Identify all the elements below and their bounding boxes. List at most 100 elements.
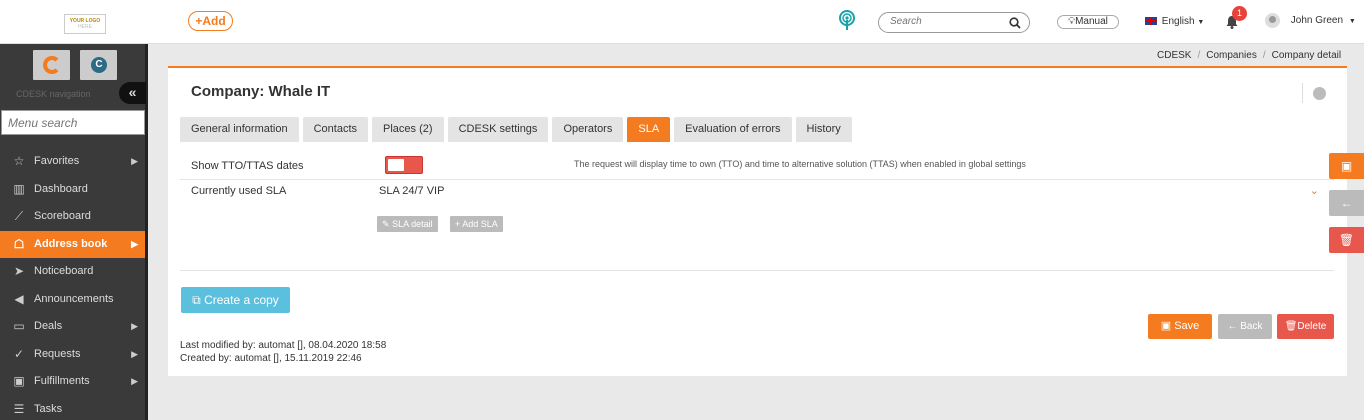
floating-back-button[interactable]: ← (1329, 190, 1364, 216)
last-modified-text: Last modified by: automat [], 08.04.2020… (180, 340, 387, 351)
cdesk-logo-icon (43, 56, 61, 74)
tab-general-information[interactable]: General information (180, 117, 299, 142)
breadcrumb: CDESK / Companies / Company detail (1157, 50, 1342, 61)
sla-detail-button[interactable]: ✎ SLA detail (377, 216, 438, 232)
show-dates-label: Show TTO/TTAS dates (191, 160, 304, 172)
sidebar-item-deals[interactable]: ▭ Deals ▶ (0, 313, 145, 341)
sla-select[interactable]: SLA 24/7 VIP ⌄ (379, 180, 1319, 202)
delete-label: Delete (1297, 321, 1327, 332)
breadcrumb-item[interactable]: CDESK (1157, 50, 1191, 61)
show-dates-hint: The request will display time to own (TT… (574, 159, 1026, 169)
notification-badge: 1 (1232, 6, 1247, 21)
list-icon: ☰ (13, 401, 25, 416)
caret-right-icon: ▶ (131, 348, 138, 359)
cdesk-app-icon[interactable] (33, 50, 70, 80)
paper-plane-icon: ➤ (13, 264, 25, 278)
back-label: Back (1240, 321, 1263, 332)
current-sla-label: Currently used SLA (191, 185, 287, 197)
star-icon: ☆ (13, 154, 25, 168)
caret-down-icon: ▼ (1348, 18, 1356, 26)
add-sla-button[interactable]: + Add SLA (450, 216, 503, 232)
bar-chart-icon: ▥ (13, 181, 25, 196)
save-button[interactable]: ▣ Save (1148, 314, 1212, 339)
tab-places[interactable]: Places (2) (372, 117, 444, 142)
create-copy-button[interactable]: ⧉ Create a copy (181, 287, 290, 313)
logo-subtext: HERE (78, 24, 92, 30)
caret-right-icon: ▶ (131, 376, 138, 386)
sidebar-item-label: Noticeboard (34, 265, 94, 277)
sidebar-item-tasks[interactable]: ☰ Tasks (0, 396, 145, 420)
sidebar-item-announcements[interactable]: ◀ Announcements (0, 286, 145, 314)
sidebar-item-label: Tasks (34, 402, 63, 415)
wrench-icon: ✎ (382, 219, 390, 229)
floppy-icon: ▣ (1340, 159, 1353, 173)
caret-right-icon: ▶ (131, 238, 138, 249)
trash-icon: 🗑︎ (1338, 233, 1355, 247)
tab-sla[interactable]: SLA (627, 117, 671, 142)
chevron-down-icon: ⌄ (1309, 185, 1319, 197)
sidebar-item-scoreboard[interactable]: ⟋ Scoreboard (0, 203, 145, 231)
company-logo[interactable]: YOUR LOGO HERE (64, 14, 106, 34)
address-book-icon: ☖ (13, 236, 25, 251)
sidebar-item-label: Deals (34, 320, 63, 332)
manual-button[interactable]: 💡︎Manual (1057, 15, 1119, 29)
breadcrumb-item[interactable]: Companies (1206, 50, 1257, 61)
sidebar-item-label: Announcements (34, 292, 114, 305)
sidebar-item-fulfillments[interactable]: ▣ Fulfillments ▶ (0, 368, 145, 396)
collapse-sidebar-button[interactable]: « (119, 82, 146, 104)
sidebar-item-label: Favorites (34, 155, 80, 167)
client-logo-icon: C (91, 57, 107, 73)
add-button[interactable]: +Add (188, 11, 233, 31)
floating-save-button[interactable]: ▣ (1329, 153, 1364, 179)
show-dates-toggle[interactable] (385, 156, 423, 174)
line-chart-icon: ⟋ (14, 209, 24, 223)
user-menu[interactable]: John Green ▼ (1265, 13, 1356, 28)
arrow-left-icon: ← (1340, 196, 1353, 210)
sidebar-item-label: Dashboard (34, 182, 88, 195)
tab-cdesk-settings[interactable]: CDESK settings (447, 117, 549, 142)
tab-history[interactable]: History (795, 117, 852, 142)
sidebar-item-label: Fulfillments (34, 375, 90, 387)
manual-label: Manual (1075, 16, 1108, 27)
check-circle-icon: ✓ (13, 346, 25, 361)
sidebar-item-label: Address book (34, 237, 108, 250)
tab-evaluation-of-errors[interactable]: Evaluation of errors (674, 117, 792, 142)
search-icon[interactable] (1009, 17, 1021, 32)
sidebar-item-favorites[interactable]: ☆ Favorites ▶ (0, 148, 145, 176)
sidebar-item-dashboard[interactable]: ▥ Dashboard (0, 176, 145, 204)
sla-detail-label: SLA detail (392, 219, 433, 229)
box-icon: ▣ (13, 374, 25, 388)
navigation-label: CDESK navigation (16, 89, 91, 99)
page-title: Company: Whale IT (191, 83, 331, 100)
back-button[interactable]: ← Back (1218, 314, 1272, 339)
caret-down-icon: ▼ (1197, 19, 1205, 26)
tab-contacts[interactable]: Contacts (302, 117, 369, 142)
sla-select-value: SLA 24/7 VIP (379, 185, 445, 197)
podcast-icon[interactable] (838, 10, 856, 32)
breadcrumb-item: Company detail (1271, 50, 1342, 61)
caret-right-icon: ▶ (131, 156, 138, 166)
cdesk-client-icon[interactable]: C (80, 50, 117, 80)
delete-button[interactable]: 🗑︎Delete (1277, 314, 1334, 339)
sidebar-item-address-book[interactable]: ☖ Address book ▶ (0, 230, 145, 258)
tab-bar: General information Contacts Places (2) … (180, 117, 856, 142)
language-selector[interactable]: English ▼ (1145, 16, 1204, 27)
sidebar-item-label: Requests (34, 347, 81, 360)
uk-flag-icon (1145, 17, 1157, 25)
sidebar-item-label: Scoreboard (34, 210, 91, 222)
sidebar-item-requests[interactable]: ✓ Requests ▶ (0, 341, 145, 369)
top-bar: YOUR LOGO HERE +Add 💡︎Manual English ▼ 1… (0, 0, 1364, 44)
language-label: English (1161, 16, 1195, 27)
add-sla-label: Add SLA (462, 219, 498, 229)
company-detail-panel: Company: Whale IT General information Co… (168, 66, 1347, 376)
toggle-knob (388, 159, 404, 171)
floating-delete-button[interactable]: 🗑︎ (1329, 227, 1364, 253)
plus-icon: + (455, 219, 461, 229)
expand-button[interactable] (1302, 83, 1326, 103)
sidebar-item-noticeboard[interactable]: ➤ Noticeboard (0, 258, 145, 286)
menu-search-input[interactable] (8, 116, 138, 130)
copy-icon: ⧉ (192, 293, 201, 307)
caret-right-icon: ▶ (131, 321, 138, 331)
search-input[interactable] (890, 16, 1000, 27)
tab-operators[interactable]: Operators (552, 117, 624, 142)
